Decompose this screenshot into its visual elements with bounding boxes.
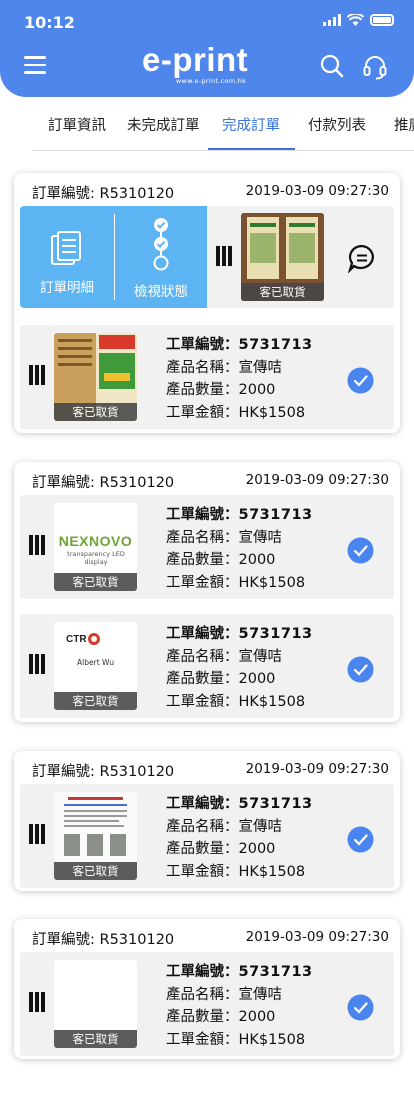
drag-handle[interactable]: [29, 365, 45, 385]
product-name: 宣傳咭: [238, 818, 283, 835]
signal-icon: [323, 14, 341, 26]
product-thumbnail: 客已取貨: [54, 792, 137, 880]
order-card: 訂單編號: R5310120 2019-03-09 09:27:30 客已取貨 …: [14, 751, 400, 891]
job-amount: HK$1508: [238, 404, 306, 421]
product-thumbnail: 客已取貨: [54, 960, 137, 1048]
job-info: 工單編號：5731713 產品名稱：宣傳咭 產品數量：2000 工單金額：HK$…: [166, 626, 313, 710]
search-icon[interactable]: [320, 54, 344, 78]
picked-up-badge: 客已取貨: [54, 692, 137, 710]
job-item: 客已取貨 工單編號：5731713 產品名稱：宣傳咭 產品數量：2000 工單金…: [20, 952, 394, 1056]
product-thumbnail: NEXNOVO transparency LED display 客已取貨: [54, 503, 137, 591]
order-number: 訂單編號: R5310120: [32, 186, 175, 202]
order-card: 訂單編號: R5310120 2019-03-09 09:27:30 客已取貨 …: [14, 919, 400, 1059]
job-item: NEXNOVO transparency LED display 客已取貨 工單…: [20, 495, 394, 599]
drag-handle[interactable]: [29, 535, 45, 555]
status-time: 10:12: [24, 13, 75, 32]
ctr-logo-icon: [88, 633, 100, 645]
thumb-brand-sub: transparency LED display: [67, 550, 125, 566]
order-detail-button[interactable]: 訂單明細: [20, 206, 114, 308]
headset-icon[interactable]: [362, 54, 388, 80]
thumb-brand-text: NEXNOVO: [58, 533, 133, 549]
order-date: 2019-03-09 09:27:30: [245, 472, 389, 488]
job-info: 工單編號：5731713 產品名稱：宣傳咭 產品數量：2000 工單金額：HK$…: [166, 337, 313, 421]
order-date: 2019-03-09 09:27:30: [245, 761, 389, 777]
job-amount: HK$1508: [238, 863, 306, 880]
job-item: 客已取貨 工單編號：5731713 產品名稱：宣傳咭 產品數量：2000 工單金…: [20, 784, 394, 888]
product-thumbnail: CTR Albert Wu 客已取貨: [54, 622, 137, 710]
product-thumbnail: 客已取貨: [241, 213, 324, 301]
check-icon[interactable]: [347, 537, 374, 564]
app-header: 10:12 e-print www.e-print.com.hk: [0, 0, 414, 97]
product-quantity: 2000: [238, 382, 276, 398]
check-icon[interactable]: [347, 367, 374, 394]
picked-up-badge: 客已取貨: [54, 403, 137, 421]
job-number: 5731713: [238, 337, 313, 353]
order-number: 訂單編號: R5310120: [32, 764, 175, 780]
check-icon[interactable]: [347, 656, 374, 683]
status-icons: [323, 14, 394, 26]
drag-handle[interactable]: [29, 992, 45, 1012]
product-quantity: 2000: [238, 552, 276, 568]
drag-handle[interactable]: [216, 246, 232, 266]
drag-handle[interactable]: [29, 654, 45, 674]
product-name: 宣傳咭: [238, 359, 283, 376]
job-number: 5731713: [238, 626, 313, 642]
thumb-person-name: Albert Wu: [77, 658, 114, 667]
product-name: 宣傳咭: [238, 986, 283, 1003]
battery-icon: [370, 14, 394, 26]
check-icon[interactable]: [347, 826, 374, 853]
order-date: 2019-03-09 09:27:30: [245, 929, 389, 945]
header-actions: [320, 54, 388, 80]
logo: e-print www.e-print.com.hk: [142, 41, 249, 86]
view-status-button[interactable]: 檢視狀態: [115, 206, 207, 308]
job-item: CTR Albert Wu 客已取貨 工單編號：5731713 產品名稱：宣傳咭…: [20, 614, 394, 718]
order-number: 訂單編號: R5310120: [32, 475, 175, 491]
chat-icon[interactable]: [347, 243, 377, 273]
order-card: 訂單編號: R5310120 2019-03-09 09:27:30 訂單明細: [14, 173, 400, 433]
picked-up-badge: 客已取貨: [54, 862, 137, 880]
status-steps-icon: [153, 218, 169, 271]
product-quantity: 2000: [238, 1009, 276, 1025]
product-thumbnail: 客已取貨: [54, 333, 137, 421]
product-quantity: 2000: [238, 671, 276, 687]
product-name: 宣傳咭: [238, 648, 283, 665]
product-quantity: 2000: [238, 841, 276, 857]
tab-completed-orders[interactable]: 完成訂單: [222, 112, 280, 150]
job-amount: HK$1508: [238, 1031, 306, 1048]
order-card: 訂單編號: R5310120 2019-03-09 09:27:30 NEXNO…: [14, 462, 400, 722]
wifi-icon: [347, 14, 364, 26]
product-name: 宣傳咭: [238, 529, 283, 546]
job-number: 5731713: [238, 507, 313, 523]
job-number: 5731713: [238, 964, 313, 980]
job-item: 客已取貨 工單編號：5731713 產品名稱：宣傳咭 產品數量：2000 工單金…: [20, 325, 394, 429]
thumb-brand-text: CTR: [66, 634, 87, 645]
order-date: 2019-03-09 09:27:30: [245, 183, 389, 199]
job-amount: HK$1508: [238, 574, 306, 591]
logo-text: e-print: [142, 41, 249, 78]
job-number: 5731713: [238, 796, 313, 812]
order-actions-row: 訂單明細 檢視狀態 客已取貨: [20, 206, 394, 308]
menu-button[interactable]: [24, 56, 46, 74]
tab-promotion[interactable]: 推廣: [394, 112, 414, 150]
job-info: 工單編號：5731713 產品名稱：宣傳咭 產品數量：2000 工單金額：HK$…: [166, 964, 313, 1048]
tab-divider: [32, 150, 414, 151]
tab-order-info[interactable]: 訂單資訊: [48, 112, 106, 150]
view-status-label: 檢視狀態: [134, 284, 188, 300]
job-info: 工單編號：5731713 產品名稱：宣傳咭 產品數量：2000 工單金額：HK$…: [166, 507, 313, 591]
order-number: 訂單編號: R5310120: [32, 932, 175, 948]
logo-subtext: www.e-print.com.hk: [175, 77, 247, 85]
check-icon[interactable]: [347, 994, 374, 1021]
picked-up-badge: 客已取貨: [241, 283, 324, 301]
job-info: 工單編號：5731713 產品名稱：宣傳咭 產品數量：2000 工單金額：HK$…: [166, 796, 313, 880]
tab-payment-list[interactable]: 付款列表: [308, 112, 366, 150]
order-detail-label: 訂單明細: [40, 280, 94, 296]
tab-bar: 訂單資訊 未完成訂單 完成訂單 付款列表 推廣: [0, 112, 414, 150]
document-icon: [51, 231, 81, 265]
tab-pending-orders[interactable]: 未完成訂單: [127, 112, 200, 150]
picked-up-badge: 客已取貨: [54, 1030, 137, 1048]
drag-handle[interactable]: [29, 824, 45, 844]
picked-up-badge: 客已取貨: [54, 573, 137, 591]
job-amount: HK$1508: [238, 693, 306, 710]
